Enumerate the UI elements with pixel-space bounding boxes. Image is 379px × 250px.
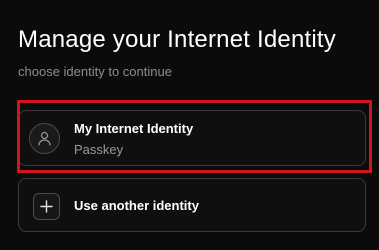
identity-name: My Internet Identity: [74, 121, 194, 136]
identity-type: Passkey: [74, 142, 124, 157]
use-another-identity-label: Use another identity: [74, 198, 199, 213]
use-another-identity-button[interactable]: Use another identity: [18, 178, 366, 232]
user-icon: [29, 123, 60, 154]
page-subtitle: choose identity to continue: [18, 64, 172, 79]
identity-card-my-internet-identity[interactable]: My Internet Identity Passkey: [18, 110, 366, 166]
page-title: Manage your Internet Identity: [18, 26, 336, 53]
plus-icon: [33, 193, 60, 220]
identity-chooser-page: Manage your Internet Identity choose ide…: [0, 0, 379, 250]
